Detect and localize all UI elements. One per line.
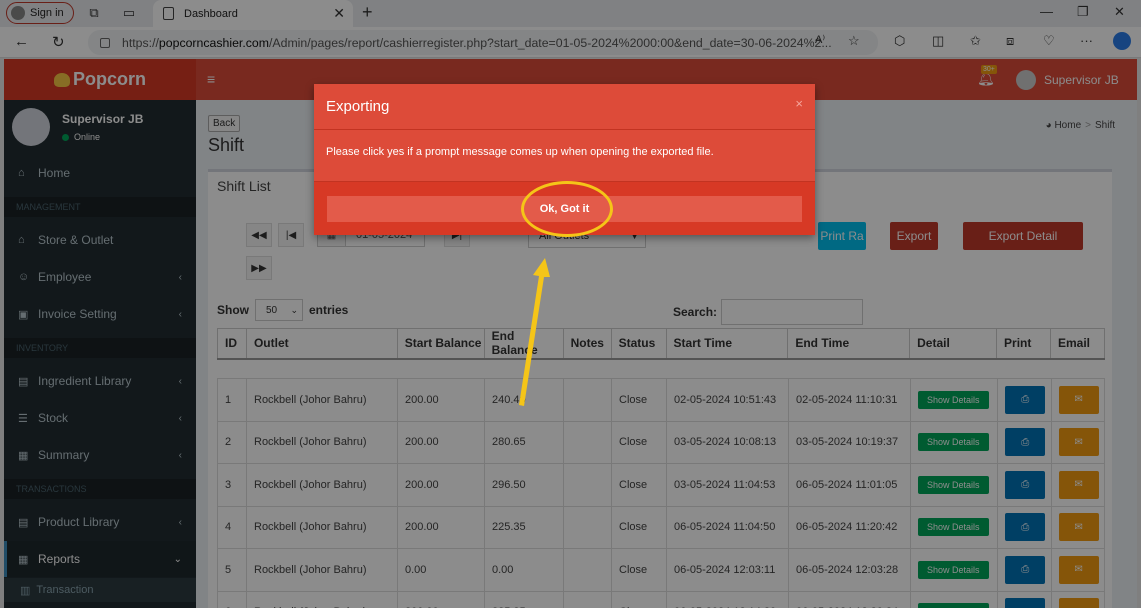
annotation-arrow [519, 258, 550, 406]
arrow-shape [519, 258, 550, 406]
